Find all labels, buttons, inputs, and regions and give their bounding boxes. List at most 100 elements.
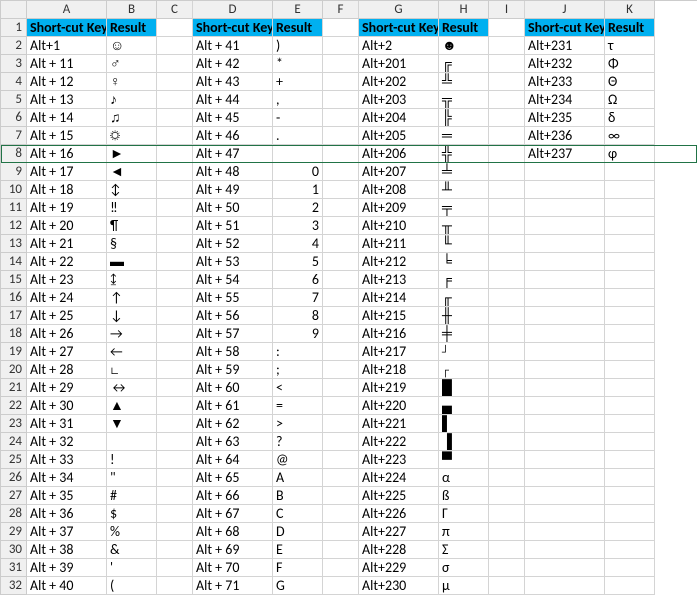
cell-B31[interactable]: ' xyxy=(107,559,157,577)
cell-B6[interactable]: ♫ xyxy=(107,109,157,127)
cell-A1[interactable]: Short-cut Key xyxy=(27,19,107,37)
cell-E16[interactable]: 7 xyxy=(273,289,323,307)
cell-C17[interactable] xyxy=(157,307,193,325)
cell-E9[interactable]: 0 xyxy=(273,163,323,181)
cell-E1[interactable]: Result xyxy=(273,19,323,37)
cell-A27[interactable]: Alt + 35 xyxy=(27,487,107,505)
cell-C21[interactable] xyxy=(157,379,193,397)
cell-H7[interactable]: ═ xyxy=(439,127,489,145)
cell-F31[interactable] xyxy=(323,559,359,577)
cell-H23[interactable]: ▌ xyxy=(439,415,489,433)
col-header-d[interactable]: D xyxy=(193,1,273,19)
cell-F15[interactable] xyxy=(323,271,359,289)
cell-B18[interactable]: → xyxy=(107,325,157,343)
cell-K27[interactable] xyxy=(605,487,655,505)
cell-B11[interactable]: ‼ xyxy=(107,199,157,217)
cell-J17[interactable] xyxy=(525,307,605,325)
cell-H28[interactable]: Γ xyxy=(439,505,489,523)
cell-G11[interactable]: Alt+209 xyxy=(359,199,439,217)
cell-D3[interactable]: Alt + 42 xyxy=(193,55,273,73)
cell-I18[interactable] xyxy=(489,325,525,343)
cell-J7[interactable]: Alt+236 xyxy=(525,127,605,145)
cell-G28[interactable]: Alt+226 xyxy=(359,505,439,523)
cell-E10[interactable]: 1 xyxy=(273,181,323,199)
cell-G30[interactable]: Alt+228 xyxy=(359,541,439,559)
cell-H17[interactable]: ╫ xyxy=(439,307,489,325)
cell-E24[interactable]: ? xyxy=(273,433,323,451)
cell-K2[interactable]: τ xyxy=(605,37,655,55)
cell-A31[interactable]: Alt + 39 xyxy=(27,559,107,577)
cell-G17[interactable]: Alt+215 xyxy=(359,307,439,325)
row-header-3[interactable]: 3 xyxy=(1,55,27,73)
cell-I29[interactable] xyxy=(489,523,525,541)
col-header-j[interactable]: J xyxy=(525,1,605,19)
cell-A22[interactable]: Alt + 30 xyxy=(27,397,107,415)
cell-B15[interactable]: ↨ xyxy=(107,271,157,289)
cell-J10[interactable] xyxy=(525,181,605,199)
cell-E21[interactable]: < xyxy=(273,379,323,397)
cell-E25[interactable]: @ xyxy=(273,451,323,469)
cell-E32[interactable]: G xyxy=(273,577,323,595)
cell-G7[interactable]: Alt+205 xyxy=(359,127,439,145)
cell-A19[interactable]: Alt + 27 xyxy=(27,343,107,361)
cell-C9[interactable] xyxy=(157,163,193,181)
cell-E7[interactable]: . xyxy=(273,127,323,145)
spreadsheet[interactable]: ABCDEFGHIJK1Short-cut KeyResultShort-cut… xyxy=(0,0,697,595)
cell-J13[interactable] xyxy=(525,235,605,253)
cell-H26[interactable]: α xyxy=(439,469,489,487)
col-header-b[interactable]: B xyxy=(107,1,157,19)
row-header-4[interactable]: 4 xyxy=(1,73,27,91)
row-header-9[interactable]: 9 xyxy=(1,163,27,181)
cell-J11[interactable] xyxy=(525,199,605,217)
cell-K8[interactable]: φ xyxy=(605,145,655,163)
cell-B2[interactable]: ☺ xyxy=(107,37,157,55)
cell-K12[interactable] xyxy=(605,217,655,235)
cell-J26[interactable] xyxy=(525,469,605,487)
cell-B17[interactable]: ↓ xyxy=(107,307,157,325)
cell-J24[interactable] xyxy=(525,433,605,451)
cell-A9[interactable]: Alt + 17 xyxy=(27,163,107,181)
cell-C27[interactable] xyxy=(157,487,193,505)
cell-G29[interactable]: Alt+227 xyxy=(359,523,439,541)
row-header-19[interactable]: 19 xyxy=(1,343,27,361)
cell-E15[interactable]: 6 xyxy=(273,271,323,289)
cell-D27[interactable]: Alt + 66 xyxy=(193,487,273,505)
cell-D29[interactable]: Alt + 68 xyxy=(193,523,273,541)
cell-A14[interactable]: Alt + 22 xyxy=(27,253,107,271)
cell-F28[interactable] xyxy=(323,505,359,523)
row-header-17[interactable]: 17 xyxy=(1,307,27,325)
cell-C5[interactable] xyxy=(157,91,193,109)
cell-F17[interactable] xyxy=(323,307,359,325)
cell-J12[interactable] xyxy=(525,217,605,235)
cell-K15[interactable] xyxy=(605,271,655,289)
cell-C19[interactable] xyxy=(157,343,193,361)
cell-F22[interactable] xyxy=(323,397,359,415)
cell-I26[interactable] xyxy=(489,469,525,487)
cell-E19[interactable]: : xyxy=(273,343,323,361)
cell-C4[interactable] xyxy=(157,73,193,91)
cell-I8[interactable] xyxy=(489,145,525,163)
cell-E18[interactable]: 9 xyxy=(273,325,323,343)
cell-I6[interactable] xyxy=(489,109,525,127)
cell-K31[interactable] xyxy=(605,559,655,577)
cell-B10[interactable]: ↕ xyxy=(107,181,157,199)
cell-K10[interactable] xyxy=(605,181,655,199)
row-header-11[interactable]: 11 xyxy=(1,199,27,217)
cell-G1[interactable]: Short-cut Key xyxy=(359,19,439,37)
cell-H8[interactable]: ╬ xyxy=(439,145,489,163)
cell-F27[interactable] xyxy=(323,487,359,505)
col-header-k[interactable]: K xyxy=(605,1,655,19)
cell-E11[interactable]: 2 xyxy=(273,199,323,217)
cell-D21[interactable]: Alt + 60 xyxy=(193,379,273,397)
cell-H21[interactable]: █ xyxy=(439,379,489,397)
cell-J16[interactable] xyxy=(525,289,605,307)
cell-B20[interactable]: ∟ xyxy=(107,361,157,379)
cell-K17[interactable] xyxy=(605,307,655,325)
cell-I15[interactable] xyxy=(489,271,525,289)
cell-E5[interactable]: , xyxy=(273,91,323,109)
cell-H18[interactable]: ╪ xyxy=(439,325,489,343)
cell-C7[interactable] xyxy=(157,127,193,145)
cell-J25[interactable] xyxy=(525,451,605,469)
cell-B19[interactable]: ← xyxy=(107,343,157,361)
cell-G22[interactable]: Alt+220 xyxy=(359,397,439,415)
